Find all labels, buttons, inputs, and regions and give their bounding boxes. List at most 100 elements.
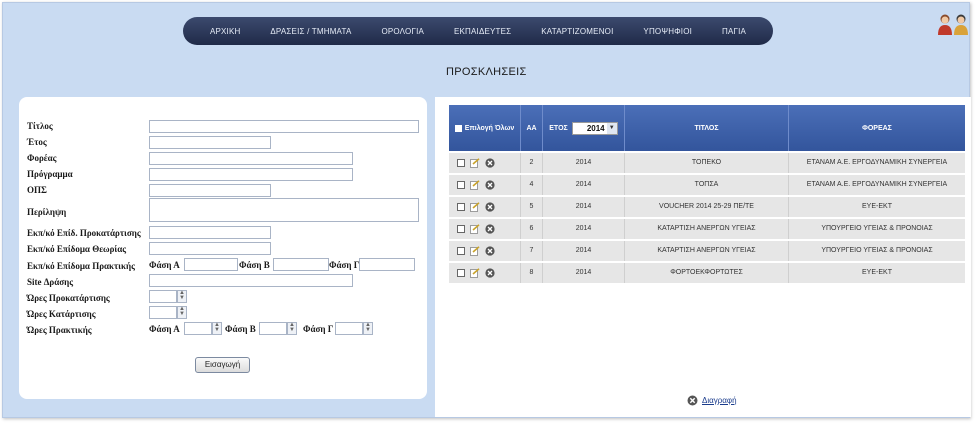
row-body: ΕΤΑΝΑΜ Α.Ε. ΕΡΓΟΔΥΝΑΜΙΚΗ ΣΥΝΕΡΓΕΙΑ [806,159,948,166]
practice-phase-a-label: Φάση Α [149,260,180,270]
nav-item-actions[interactable]: ΔΡΑΣΕΙΣ / ΤΜΗΜΑΤΑ [270,27,351,36]
row-year: 2014 [543,219,625,239]
hours-phase-b-input[interactable] [259,322,287,335]
row-checkbox[interactable] [457,225,465,233]
practice-phase-c-input[interactable] [359,258,415,271]
ops-label: ΟΠΣ [27,185,47,195]
practice-allowance-label: Εκπ/κό Επίδομα Πρακτικής [27,261,135,271]
row-checkbox[interactable] [457,181,465,189]
row-checkbox[interactable] [457,203,465,211]
training-hours-label: Ώρες Κατάρτισης [27,309,96,319]
row-actions [449,175,521,195]
row-actions [449,263,521,283]
delete-link-label: Διαγραφή [702,396,737,405]
site-input[interactable] [149,274,353,287]
row-aa: 4 [521,175,543,195]
site-label: Site Δράσης [27,277,74,287]
row-year: 2014 [543,263,625,283]
nav-item-candidates[interactable]: ΥΠΟΨΗΦΙΟΙ [643,27,692,36]
invitation-form: Τίτλος Έτος Φορέας Πρόγραμμα ΟΠΣ Περίληψ… [19,97,427,399]
row-aa: 6 [521,219,543,239]
delete-icon[interactable] [485,246,495,256]
hours-phase-c-label: Φάση Γ [303,324,334,334]
row-actions [449,197,521,217]
row-title: ΤΟΠΣΑ [625,175,789,195]
table-row: 5 2014 VOUCHER 2014 25-29 ΠΕ/ΤΕ ΕΥΕ-ΕΚΤ [449,197,965,219]
training-hours-input[interactable] [149,306,177,319]
nav-item-assets[interactable]: ΠΑΓΙΑ [722,27,746,36]
submit-button[interactable]: Εισαγωγή [195,357,250,373]
title-label: Τίτλος [27,121,53,131]
prep-hours-label: Ώρες Προκατάρτισης [27,293,110,303]
year-filter-select[interactable]: 2014 ▼ [571,121,618,135]
body-input[interactable] [149,152,353,165]
hours-phase-a-input[interactable] [184,322,212,335]
col-year-label: ΕΤΟΣ [549,124,568,132]
nav-item-terminology[interactable]: ΟΡΟΛΟΓΙΑ [381,27,424,36]
hours-phase-c-spinner[interactable]: ▲ ▼ [363,322,373,335]
table-row: 2 2014 ΤΟΠΕΚΟ ΕΤΑΝΑΜ Α.Ε. ΕΡΓΟΔΥΝΑΜΙΚΗ ΣΥΝΕ… [449,153,965,175]
nav-item-trainers[interactable]: ΕΚΠΑΙΔΕΥΤΕΣ [454,27,511,36]
col-year-header: ΕΤΟΣ 2014 ▼ [543,105,625,151]
row-year: 2014 [543,197,625,217]
year-filter-value: 2014 [586,123,605,133]
edit-icon[interactable] [470,246,480,256]
delete-link[interactable]: Διαγραφή [687,395,737,406]
program-input[interactable] [149,168,353,181]
main-nav: ΑΡΧΙΚΗ ΔΡΑΣΕΙΣ / ΤΜΗΜΑΤΑ ΟΡΟΛΟΓΙΑ ΕΚΠΑΙΔ… [183,17,773,45]
theory-allowance-input[interactable] [149,242,271,255]
delete-icon[interactable] [485,180,495,190]
row-checkbox[interactable] [457,159,465,167]
hours-phase-a-label: Φάση Α [149,324,180,334]
practice-phase-a-input[interactable] [184,258,238,271]
delete-icon[interactable] [485,224,495,234]
col-bodies-header: ΦΟΡΕΑΣ [862,124,892,132]
hours-phase-c-input[interactable] [335,322,363,335]
col-title-header: ΤΙΤΛΟΣ [625,105,789,151]
practice-phase-b-label: Φάση Β [239,260,270,270]
title-input[interactable] [149,120,419,133]
col-aa-header: ΑΑ [521,105,543,151]
summary-textarea[interactable] [149,198,419,222]
ops-input[interactable] [149,184,271,197]
row-body: ΕΥΕ-ΕΚΤ [862,269,892,276]
prep-hours-input[interactable] [149,290,177,303]
row-body: ΕΤΑΝΑΜ Α.Ε. ΕΡΓΟΔΥΝΑΜΙΚΗ ΣΥΝΕΡΓΕΙΑ [806,181,948,188]
row-body: ΕΥΕ-ΕΚΤ [862,203,892,210]
prep-allowance-label: Εκπ/κό Επίδ. Προκατάρτισης [27,228,141,238]
edit-icon[interactable] [470,224,480,234]
row-year: 2014 [543,175,625,195]
year-input[interactable] [149,136,271,149]
edit-icon[interactable] [470,268,480,278]
delete-icon[interactable] [485,202,495,212]
table-header: Επιλογή Όλων ΑΑ ΕΤΟΣ 2014 ▼ ΤΙΤΛΟΣ ΦΟΡΕΑ… [449,105,965,151]
row-body: ΥΠΟΥΡΓΕΙΟ ΥΓΕΙΑΣ & ΠΡΟΝΟΙΑΣ [821,247,933,254]
select-all-header[interactable]: Επιλογή Όλων [449,105,521,151]
row-checkbox[interactable] [457,269,465,277]
edit-icon[interactable] [470,158,480,168]
nav-item-trainees[interactable]: ΚΑΤΑΡΤΙΖΟΜΕΝΟΙ [541,27,613,36]
practice-phase-c-label: Φάση Γ [329,260,360,270]
users-icon[interactable] [937,13,973,35]
app-frame: ΑΡΧΙΚΗ ΔΡΑΣΕΙΣ / ΤΜΗΜΑΤΑ ΟΡΟΛΟΓΙΑ ΕΚΠΑΙΔ… [2,2,973,418]
delete-icon[interactable] [485,268,495,278]
row-actions [449,219,521,239]
row-aa: 5 [521,197,543,217]
invitations-table-panel: Επιλογή Όλων ΑΑ ΕΤΟΣ 2014 ▼ ΤΙΤΛΟΣ ΦΟΡΕΑ… [435,97,971,417]
prep-allowance-input[interactable] [149,226,271,239]
table-row: 6 2014 ΚΑΤΑΡΤΙΣΗ ΑΝΕΡΓΩΝ ΥΓΕΙΑΣ ΥΠΟΥΡΓΕΙΟ Υ… [449,219,965,241]
delete-icon[interactable] [485,158,495,168]
edit-icon[interactable] [470,180,480,190]
nav-item-home[interactable]: ΑΡΧΙΚΗ [210,27,241,36]
edit-icon[interactable] [470,202,480,212]
select-all-checkbox[interactable] [454,124,462,132]
hours-phase-a-spinner[interactable]: ▲ ▼ [212,322,222,335]
training-hours-spinner[interactable]: ▲ ▼ [177,306,187,319]
body-label: Φορέας [27,153,57,163]
practice-phase-b-input[interactable] [273,258,329,271]
summary-label: Περίληψη [27,207,67,217]
row-checkbox[interactable] [457,247,465,255]
hours-phase-b-spinner[interactable]: ▲ ▼ [287,322,297,335]
prep-hours-spinner[interactable]: ▲ ▼ [177,290,187,303]
practice-hours-label: Ώρες Πρακτικής [27,325,92,335]
